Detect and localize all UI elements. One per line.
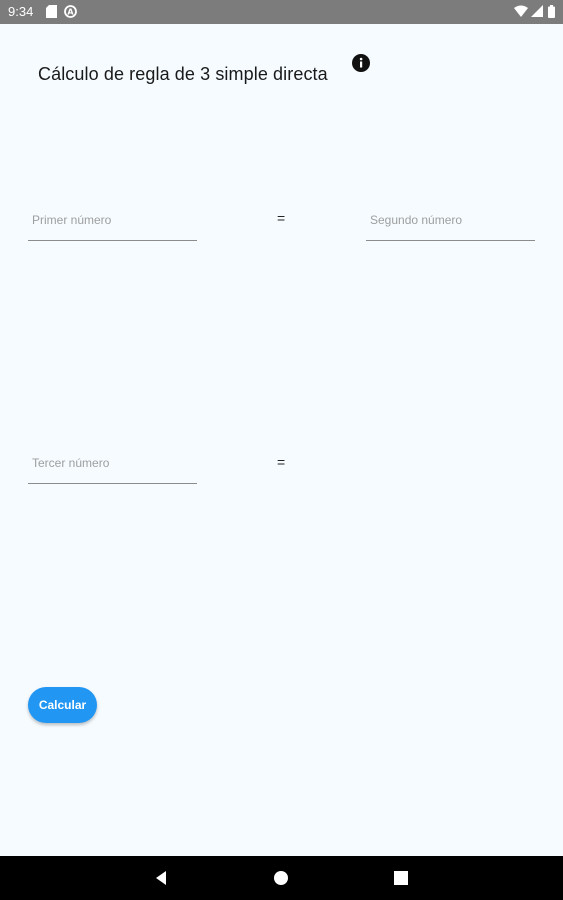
status-time: 9:34 — [8, 4, 34, 19]
info-icon[interactable] — [352, 54, 370, 72]
signal-icon — [531, 5, 543, 17]
sd-card-icon — [46, 5, 57, 18]
recents-icon[interactable] — [392, 869, 410, 887]
sync-icon: A — [64, 5, 77, 18]
status-bar: 9:34 A — [0, 0, 563, 24]
third-number-input[interactable] — [28, 447, 201, 479]
second-number-input[interactable] — [366, 204, 539, 236]
page-title: Cálculo de regla de 3 simple directa — [38, 64, 328, 84]
back-icon[interactable] — [152, 869, 170, 887]
first-number-input[interactable] — [28, 204, 201, 236]
wifi-icon — [514, 5, 528, 17]
third-number-field[interactable] — [28, 447, 201, 484]
calculate-button[interactable]: Calcular — [28, 687, 97, 723]
second-number-field[interactable] — [366, 204, 539, 241]
svg-text:A: A — [67, 8, 74, 17]
equals-sign-result: = — [277, 454, 286, 470]
navigation-bar — [0, 856, 563, 900]
first-number-field[interactable] — [28, 204, 201, 241]
battery-icon — [548, 5, 555, 18]
equals-sign: = — [277, 210, 286, 226]
home-icon[interactable] — [272, 869, 290, 887]
